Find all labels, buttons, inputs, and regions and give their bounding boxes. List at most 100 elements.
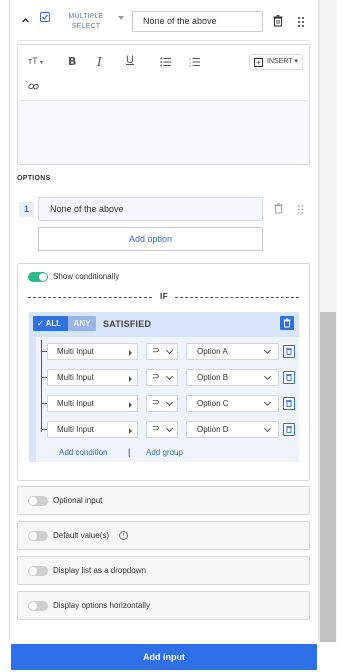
condition-field-label: Multi Input (57, 373, 94, 382)
add-group-link[interactable]: Add group (146, 448, 183, 457)
condition-field-select[interactable]: Multi Input (47, 421, 138, 438)
chevron-down-icon (165, 424, 174, 433)
condition-field-label: Multi Input (57, 347, 94, 356)
options-section-label: OPTIONS (17, 175, 51, 182)
chevron-down-icon (165, 398, 174, 407)
chevron-down-icon (263, 372, 272, 381)
delete-condition-trash-icon[interactable] (283, 345, 295, 358)
condition-operator-select[interactable]: ⊃ (146, 395, 178, 412)
option-number-badge: 1 (19, 202, 34, 217)
if-label: IF (160, 292, 169, 301)
chevron-down-icon (165, 346, 174, 355)
horizontal-options-toggle[interactable] (28, 601, 48, 611)
condition-field-select[interactable]: Multi Input (47, 395, 138, 412)
caret-right-icon (129, 402, 132, 408)
text-size-label: тT (28, 56, 38, 66)
collapse-chevron-icon[interactable] (21, 16, 31, 26)
dropdown-list-toggle[interactable] (28, 566, 48, 576)
add-input-button[interactable]: Add input (11, 644, 317, 670)
dropdown-list-label: Display list as a dropdown (53, 566, 146, 575)
editor-toolbar: тT ▾ B I U 123 + INSERT ▾ (18, 45, 309, 101)
insert-label: INSERT (267, 58, 293, 65)
match-any-button[interactable]: ANY (68, 316, 96, 331)
condition-operator-label: ⊃ (152, 346, 160, 356)
underline-button[interactable]: U (126, 54, 134, 66)
text-size-caret-icon: ▾ (39, 60, 43, 66)
links-separator: | (128, 447, 131, 457)
conditions-tree-line (41, 340, 42, 432)
bold-button[interactable]: B (68, 55, 76, 68)
toggle-knob (29, 532, 37, 540)
match-all-button[interactable]: ✓ ALL (33, 316, 68, 331)
condition-value-select[interactable]: Option D (186, 421, 279, 438)
show-conditionally-toggle[interactable] (28, 272, 48, 282)
chevron-down-icon (263, 346, 272, 355)
question-type-caret-icon[interactable] (118, 16, 124, 20)
optional-input-label: Optional input (53, 496, 103, 505)
condition-value-label: Option C (197, 399, 229, 408)
optional-input-toggle[interactable] (28, 496, 48, 506)
delete-option-trash-icon[interactable] (274, 203, 283, 214)
condition-operator-select[interactable]: ⊃ (146, 369, 178, 386)
rich-text-editor[interactable]: тT ▾ B I U 123 + INSERT ▾ (17, 44, 310, 165)
condition-value-label: Option B (197, 373, 229, 382)
condition-value-label: Option A (197, 347, 228, 356)
toggle-knob (39, 273, 47, 281)
option-drag-handle-icon[interactable] (297, 204, 304, 215)
info-icon[interactable]: i (119, 531, 128, 540)
link-icon[interactable] (28, 82, 39, 91)
chevron-down-icon (263, 398, 272, 407)
header-divider (17, 40, 310, 41)
delete-group-trash-icon[interactable] (280, 316, 294, 330)
add-condition-link[interactable]: Add condition (59, 448, 107, 457)
insert-caret-icon: ▾ (294, 58, 298, 65)
toggle-knob (29, 497, 37, 505)
condition-value-select[interactable]: Option C (186, 395, 279, 412)
svg-text:3: 3 (189, 64, 191, 67)
horizontal-options-label: Display options horizontally (53, 601, 150, 610)
question-text-input[interactable]: None of the above (132, 11, 263, 32)
chevron-down-icon (165, 372, 174, 381)
if-divider-left (28, 297, 152, 298)
condition-operator-select[interactable]: ⊃ (146, 421, 178, 438)
condition-operator-label: ⊃ (152, 424, 160, 434)
satisfied-label: SATISFIED (103, 319, 152, 329)
condition-field-select[interactable]: Multi Input (47, 369, 138, 386)
condition-operator-select[interactable]: ⊃ (146, 343, 178, 360)
chevron-down-icon (263, 424, 272, 433)
condition-field-select[interactable]: Multi Input (47, 343, 138, 360)
match-all-label: ALL (45, 319, 62, 328)
check-icon: ✓ (37, 319, 44, 328)
delete-condition-trash-icon[interactable] (283, 397, 295, 410)
question-type-checkbox-icon (40, 12, 50, 22)
question-type-label[interactable]: MULTIPLE SELECT (60, 12, 112, 32)
bullet-list-icon[interactable] (160, 57, 171, 67)
plus-box-icon: + (254, 58, 263, 67)
caret-right-icon (129, 376, 132, 382)
condition-value-select[interactable]: Option B (186, 369, 279, 386)
scrollbar-thumb[interactable] (320, 312, 336, 642)
condition-operator-label: ⊃ (152, 372, 160, 382)
delete-condition-trash-icon[interactable] (283, 423, 295, 436)
toggle-knob (29, 567, 37, 575)
condition-field-label: Multi Input (57, 425, 94, 434)
caret-right-icon (129, 350, 132, 356)
default-values-toggle[interactable] (28, 531, 48, 541)
numbered-list-icon[interactable]: 123 (189, 57, 200, 68)
insert-dropdown-button[interactable]: + INSERT ▾ (249, 54, 303, 70)
condition-value-select[interactable]: Option A (186, 343, 279, 360)
text-size-button[interactable]: тT ▾ (28, 56, 43, 66)
caret-right-icon (129, 428, 132, 434)
add-option-button[interactable]: Add option (38, 227, 263, 251)
condition-field-label: Multi Input (57, 399, 94, 408)
italic-button[interactable]: I (97, 55, 102, 69)
drag-handle-icon[interactable] (297, 16, 305, 28)
condition-value-label: Option D (197, 425, 229, 434)
delete-question-trash-icon[interactable] (273, 15, 283, 27)
condition-operator-label: ⊃ (152, 398, 160, 408)
default-values-label: Default value(s) (53, 531, 110, 540)
delete-condition-trash-icon[interactable] (283, 371, 295, 384)
show-conditionally-label: Show conditionally (53, 272, 120, 281)
option-value-input[interactable]: None of the above (38, 197, 263, 221)
if-divider-right (175, 297, 299, 298)
